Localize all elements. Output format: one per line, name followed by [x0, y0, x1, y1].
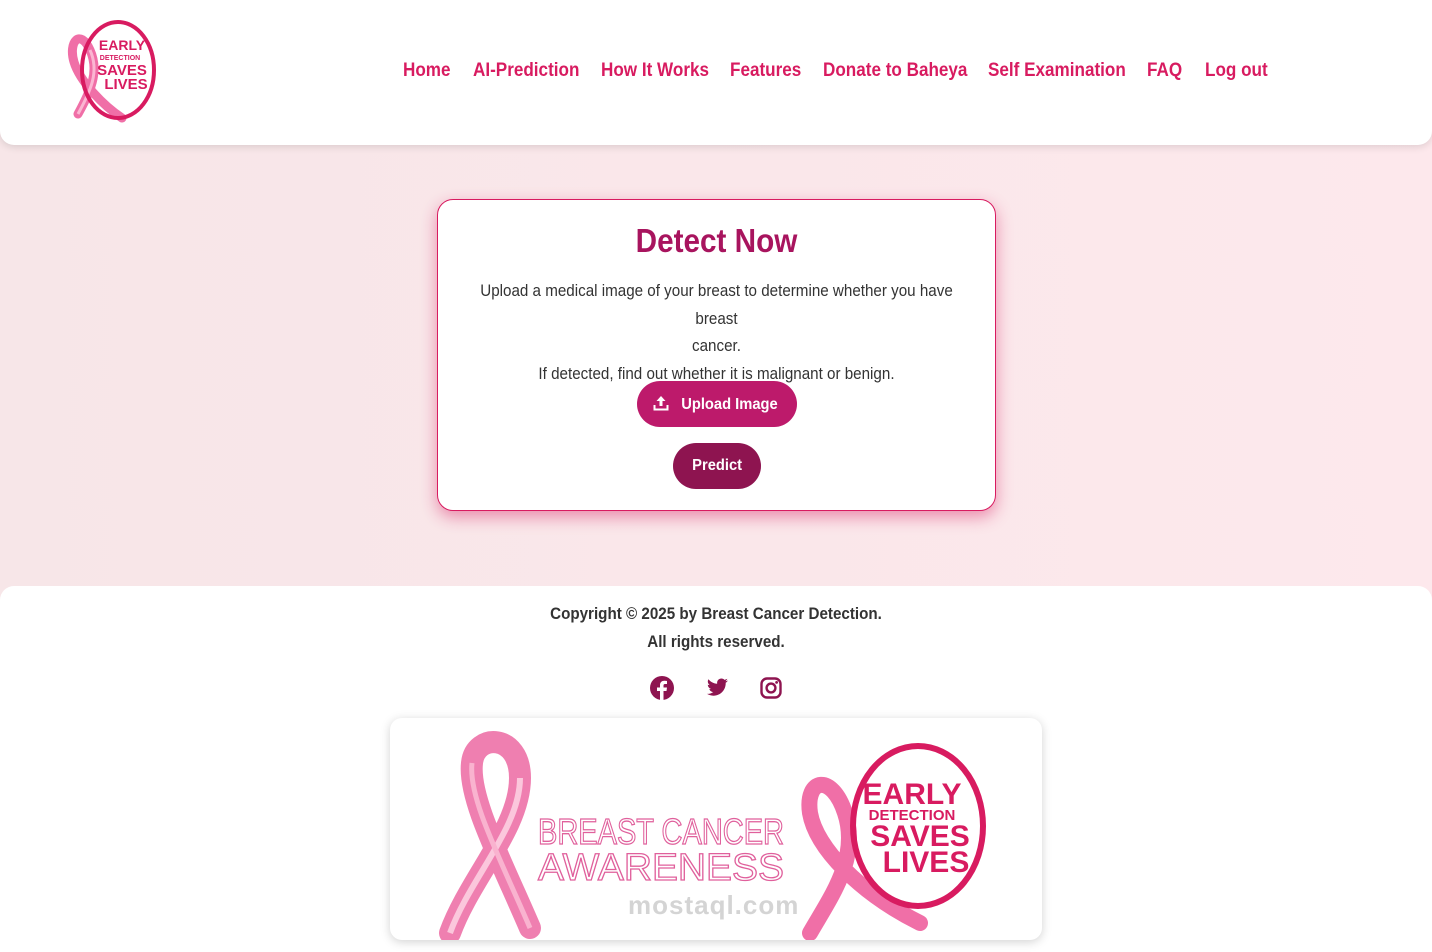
early-detection-badge: EARLY DETECTION SAVES LIVES	[801, 743, 986, 940]
facebook-icon[interactable]	[649, 675, 675, 701]
svg-text:EARLY: EARLY	[99, 37, 146, 53]
nav-log-out[interactable]: Log out	[1205, 60, 1268, 82]
nav-how-it-works[interactable]: How It Works	[601, 60, 709, 82]
nav-ai-prediction[interactable]: AI-Prediction	[473, 60, 579, 82]
copyright: Copyright © 2025 by Breast Cancer Detect…	[0, 600, 1432, 656]
nav-faq[interactable]: FAQ	[1147, 60, 1182, 82]
watermark: mostaql.com	[628, 890, 800, 920]
predict-button[interactable]: Predict	[673, 443, 761, 489]
upload-icon	[653, 395, 669, 410]
copyright-line: All rights reserved.	[647, 633, 785, 651]
pink-ribbon-icon	[439, 731, 541, 940]
instagram-icon[interactable]	[758, 675, 784, 701]
svg-text:LIVES: LIVES	[883, 846, 970, 879]
predict-label: Predict	[692, 457, 742, 474]
nav-features[interactable]: Features	[730, 60, 801, 82]
svg-text:AWARENESS: AWARENESS	[538, 847, 784, 889]
nav-home[interactable]: Home	[403, 60, 451, 82]
upload-image-label: Upload Image	[680, 395, 778, 413]
site-header: EARLY DETECTION SAVES LIVES Home AI-Pred…	[0, 0, 1432, 145]
nav-donate-to-baheya[interactable]: Donate to Baheya	[823, 60, 967, 82]
upload-image-button[interactable]: Upload Image	[637, 381, 797, 427]
twitter-icon[interactable]	[704, 675, 730, 701]
detect-card: Detect Now Upload a medical image of you…	[437, 199, 996, 511]
nav-self-examination[interactable]: Self Examination	[988, 60, 1126, 82]
svg-text:BREAST CANCER: BREAST CANCER	[538, 811, 784, 852]
detect-description-line: Upload a medical image of your breast to…	[480, 282, 953, 328]
copyright-line: Copyright © 2025 by Breast Cancer Detect…	[550, 605, 882, 623]
detect-title: Detect Now	[635, 222, 798, 259]
detect-description-line: cancer.	[692, 337, 741, 355]
detect-description: Upload a medical image of your breast to…	[456, 278, 977, 388]
main-nav: Home AI-Prediction How It Works Features…	[0, 60, 1432, 84]
